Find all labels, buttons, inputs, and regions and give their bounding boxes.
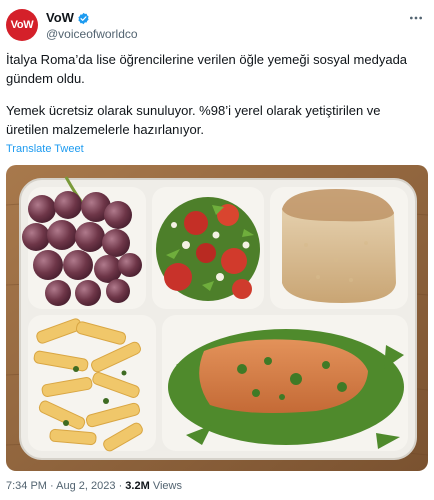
tweet-photo[interactable]	[6, 165, 428, 471]
author-info: VoW @voiceofworldco	[46, 10, 138, 42]
views-label: Views	[152, 480, 182, 492]
tweet-date[interactable]: Aug 2, 2023	[56, 480, 115, 492]
display-name-row: VoW	[46, 10, 138, 26]
tweet-header: VoW VoW @voiceofworldco	[6, 8, 428, 42]
meta-separator: ·	[50, 480, 54, 492]
fish-fillet	[199, 339, 368, 413]
more-dots-glyph	[410, 16, 422, 20]
tweet-time[interactable]: 7:34 PM	[6, 480, 47, 492]
tweet-text: İtalya Roma’da lise öğrencilerine verile…	[6, 50, 426, 139]
handle[interactable]: @voiceofworldco	[46, 26, 138, 42]
tweet-paragraph-1: İtalya Roma’da lise öğrencilerine verile…	[6, 52, 408, 86]
display-name[interactable]: VoW	[46, 10, 74, 26]
lunch-tray-illustration	[6, 165, 428, 471]
translate-tweet-link[interactable]: Translate Tweet	[6, 143, 84, 155]
tweet-paragraph-2: Yemek ücretsiz olarak sunuluyor. %98’i y…	[6, 103, 381, 137]
more-horizontal-icon[interactable]	[408, 10, 424, 29]
tweet-meta: 7:34 PM · Aug 2, 2023 · 3.2M Views	[6, 480, 182, 492]
bread-roll	[282, 189, 396, 303]
avatar[interactable]: VoW	[6, 9, 38, 41]
meta-separator: ·	[118, 480, 123, 492]
views-count: 3.2M	[125, 480, 150, 492]
tomato-salad	[156, 197, 260, 301]
verified-badge-icon	[78, 12, 89, 24]
